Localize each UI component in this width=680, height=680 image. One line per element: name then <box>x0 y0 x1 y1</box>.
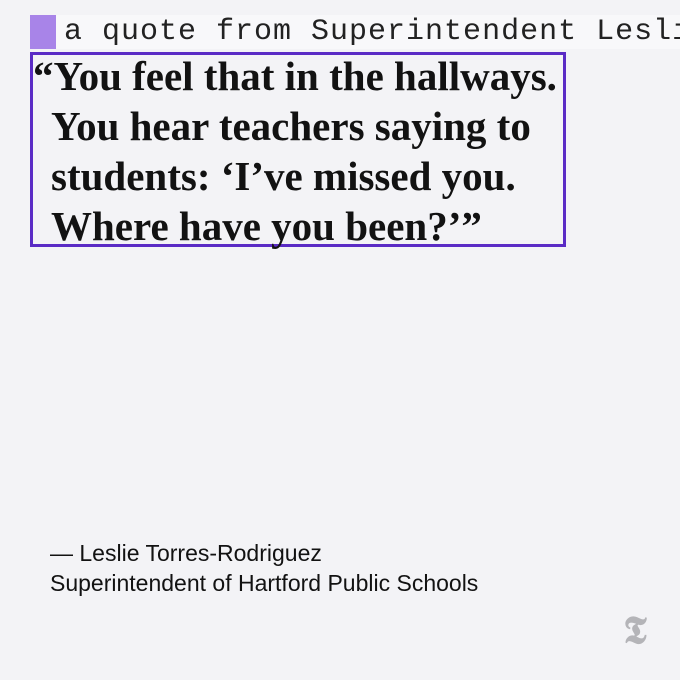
attribution-name: — Leslie Torres-Rodriguez <box>50 540 322 566</box>
quote-line: “You feel that in the hallways. <box>33 53 557 99</box>
quote-line: You hear teachers saying to <box>51 103 531 149</box>
caption-text: a quote from Superintendent Leslie <box>64 15 680 49</box>
attribution-title: Superintendent of Hartford Public School… <box>50 570 479 596</box>
nyt-t-logo-icon: 𝕿 <box>623 610 647 652</box>
quote-text: “You feel that in the hallways. You hear… <box>33 51 593 251</box>
caption-bar: a quote from Superintendent Leslie <box>30 15 680 49</box>
quote-line: students: ‘I’ve missed you. <box>51 153 516 199</box>
caption-marker <box>30 15 56 49</box>
attribution: — Leslie Torres-Rodriguez Superintendent… <box>50 538 478 598</box>
quote-block[interactable]: “You feel that in the hallways. You hear… <box>30 52 566 249</box>
quote-line: Where have you been?’” <box>51 203 482 249</box>
